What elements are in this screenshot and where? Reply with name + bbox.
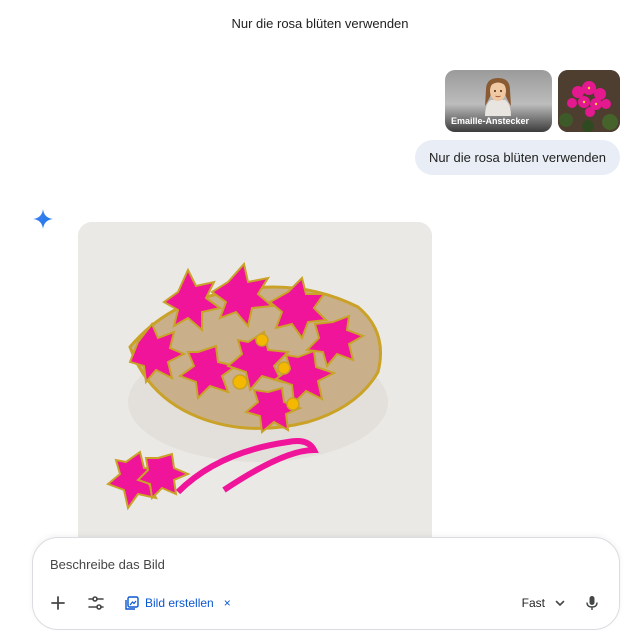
image-create-icon bbox=[125, 596, 139, 610]
plus-icon bbox=[51, 596, 65, 610]
mic-icon bbox=[586, 596, 598, 610]
chat-title: Nur die rosa blüten verwenden bbox=[231, 16, 409, 31]
tools-icon bbox=[88, 596, 104, 610]
user-message-bubble: Nur die rosa blüten verwenden bbox=[414, 140, 620, 175]
chip-label: Bild erstellen bbox=[145, 596, 214, 610]
model-label: Fast bbox=[521, 596, 545, 610]
attachment-label: Emaille-Anstecker bbox=[451, 116, 530, 126]
enamel-pin-illustration bbox=[78, 222, 432, 552]
chip-close-button[interactable]: × bbox=[224, 596, 231, 610]
chat-page: Nur die rosa blüten verwenden Emaille-An… bbox=[0, 0, 640, 640]
generated-image[interactable] bbox=[78, 222, 432, 552]
gemini-spark-icon bbox=[33, 209, 53, 229]
attachment-enamel-pin[interactable]: Emaille-Anstecker bbox=[445, 70, 552, 132]
chevron-down-icon bbox=[555, 600, 565, 607]
add-button[interactable] bbox=[47, 591, 69, 615]
attachments: Emaille-Anstecker bbox=[445, 70, 620, 132]
create-image-chip[interactable]: Bild erstellen × bbox=[121, 591, 235, 615]
flower-photo-thumbnail bbox=[558, 70, 620, 132]
avatar-icon bbox=[485, 78, 511, 116]
tools-button[interactable] bbox=[85, 591, 107, 615]
microphone-button[interactable] bbox=[581, 591, 603, 615]
attachment-flower-photo[interactable] bbox=[558, 70, 620, 132]
model-selector[interactable]: Fast bbox=[522, 591, 565, 615]
prompt-input[interactable]: Beschreibe das Bild bbox=[50, 557, 165, 572]
composer-toolbar: Bild erstellen × Fast bbox=[33, 591, 619, 615]
prompt-composer[interactable]: Beschreibe das Bild Bild erstellen × Fas… bbox=[32, 537, 620, 630]
